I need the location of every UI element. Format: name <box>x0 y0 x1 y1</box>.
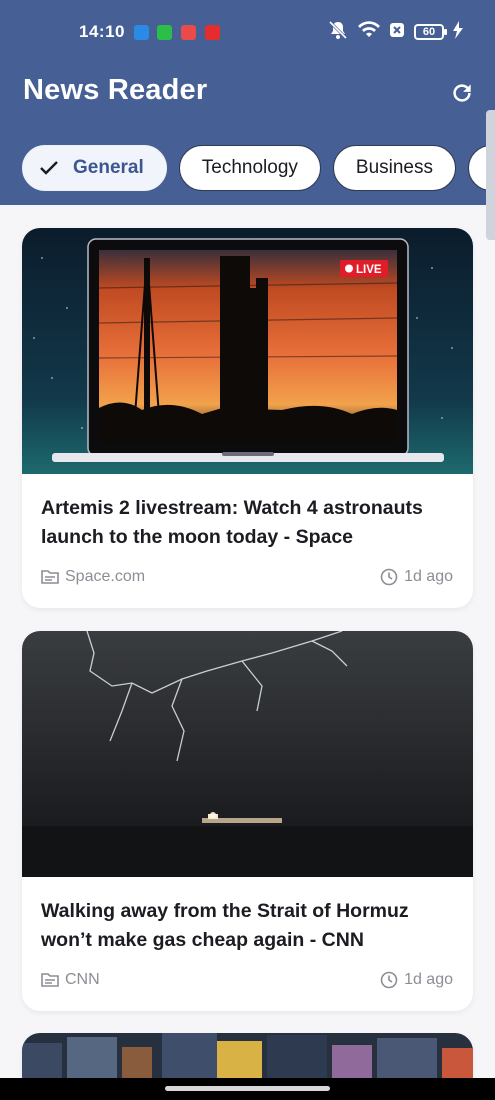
battery-icon: 60 <box>414 24 447 40</box>
source-icon <box>41 973 59 987</box>
refresh-button[interactable] <box>446 78 478 108</box>
chip-technology[interactable]: Technology <box>178 145 321 191</box>
article-card[interactable]: Walking away from the Strait of Hormuz w… <box>22 631 473 1011</box>
article-meta: Space.com 1d ago <box>41 566 453 588</box>
article-title: Walking away from the Strait of Hormuz w… <box>41 900 409 951</box>
chip-label: Technology <box>201 157 298 178</box>
scroll-handle[interactable] <box>486 110 495 240</box>
navigation-bar <box>0 1078 495 1100</box>
clock-icon <box>380 568 398 586</box>
notification-chat-icon <box>157 25 172 40</box>
clock-icon <box>380 971 398 989</box>
status-bar: 14:10 60 <box>0 0 495 64</box>
article-image-rocket-launch: LIVE <box>22 228 473 474</box>
article-title: Artemis 2 livestream: Watch 4 astronauts… <box>41 497 423 548</box>
live-badge-text: LIVE <box>356 264 382 276</box>
status-time: 14:10 <box>79 22 125 41</box>
chip-label: General <box>73 157 144 178</box>
wifi-icon <box>358 20 380 44</box>
check-icon <box>39 160 59 176</box>
home-gesture-handle[interactable] <box>165 1086 330 1091</box>
app-header: 14:10 60 News Reader General Technology … <box>0 0 495 205</box>
chip-label: Business <box>355 157 433 178</box>
article-card[interactable]: LIVE Artemis 2 livestream: Watch 4 astro… <box>22 228 473 608</box>
category-chips: General Technology Business S <box>22 145 495 192</box>
article-meta: CNN 1d ago <box>41 969 453 991</box>
no-sim-icon <box>389 22 405 43</box>
refresh-icon <box>453 84 471 102</box>
notification-sos-icon <box>181 25 196 40</box>
charging-icon <box>453 20 463 44</box>
article-image-lightning-sea <box>22 631 473 877</box>
article-source: Space.com <box>65 568 146 585</box>
article-time: 1d ago <box>404 568 453 585</box>
notification-youtube-icon <box>205 25 220 40</box>
status-icons: 60 <box>327 20 463 45</box>
chip-business[interactable]: Business <box>332 145 456 191</box>
article-source: CNN <box>65 971 100 988</box>
source-icon <box>41 570 59 584</box>
article-time: 1d ago <box>404 971 453 988</box>
chip-general[interactable]: General <box>22 145 167 191</box>
app-title: News Reader <box>23 74 208 106</box>
mute-icon <box>327 20 349 45</box>
notification-app-icon <box>134 25 149 40</box>
